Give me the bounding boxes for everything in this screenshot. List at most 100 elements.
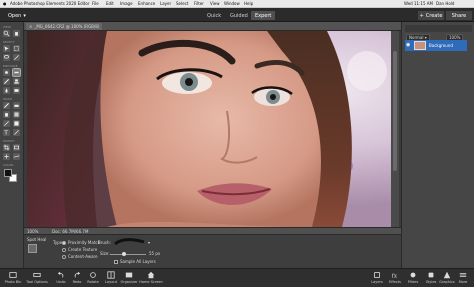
more-button[interactable]: More — [450, 271, 474, 287]
crop-tool-icon[interactable] — [3, 144, 10, 151]
create-label: Create — [425, 12, 443, 19]
open-button[interactable]: Open ▾ — [4, 11, 30, 20]
pencil-tool-icon[interactable] — [13, 129, 20, 136]
move-tool-icon[interactable] — [3, 45, 10, 52]
menu-layer[interactable]: Layer — [160, 2, 171, 6]
spot-healing-brush-icon[interactable] — [12, 68, 21, 77]
tool-options-label: Tool Options — [26, 280, 48, 284]
menu-filter[interactable]: Filter — [194, 2, 204, 6]
recompose-tool-icon[interactable] — [13, 144, 20, 151]
organizer-label: Organizer — [120, 280, 138, 284]
tool-options-panel: Spot Heal Type: Proximity Match Create T… — [24, 234, 401, 268]
share-button[interactable]: Share — [446, 11, 472, 20]
custom-shape-tool-icon[interactable] — [13, 120, 20, 127]
spot-heal-mode-icon[interactable] — [28, 244, 37, 253]
layers-icon — [374, 272, 380, 278]
size-slider-handle[interactable] — [122, 252, 126, 256]
proximity-match-radio[interactable] — [62, 241, 66, 245]
brush-tool-icon[interactable] — [3, 102, 10, 109]
scrollbar-thumb[interactable] — [393, 51, 397, 171]
menu-image[interactable]: Image — [120, 2, 133, 6]
lasso-tool-icon[interactable] — [3, 54, 10, 61]
portrait-photo — [27, 31, 391, 227]
more-label: More — [458, 280, 468, 284]
sample-all-layers-checkbox[interactable] — [114, 260, 118, 264]
open-label: Open — [8, 12, 22, 19]
menu-select[interactable]: Select — [176, 2, 188, 6]
brush-dropdown-icon[interactable]: ▾ — [148, 241, 150, 245]
status-bar: 100% Doc: 66.7M/66.7M — [24, 227, 401, 234]
content-aware-radio[interactable] — [62, 255, 66, 259]
menubar-user[interactable]: Dan Hold — [436, 2, 454, 6]
photo-bin-icon — [9, 272, 17, 278]
paint-bucket-tool-icon[interactable] — [3, 111, 10, 118]
size-value[interactable]: 55 px — [149, 252, 160, 256]
tool-options-button[interactable]: Tool Options — [24, 271, 50, 287]
size-label: Size: — [100, 251, 110, 256]
section-select: SELECT — [3, 40, 15, 44]
mac-menu-bar: ● Adobe Photoshop Elements 2020 Editor F… — [0, 0, 474, 8]
smart-brush-tool-icon[interactable] — [3, 78, 10, 85]
photo-bin-button[interactable]: Photo Bin — [0, 271, 26, 287]
straighten-tool-icon[interactable] — [13, 153, 20, 160]
document-tab[interactable]: × _MG_0642.CR2 @ 100% (RGB/8) — [26, 23, 103, 30]
section-modify: MODIFY — [3, 139, 15, 143]
foreground-color-swatch[interactable] — [4, 169, 12, 177]
color-picker-tool-icon[interactable] — [3, 120, 10, 127]
content-aware-move-icon[interactable] — [3, 153, 10, 160]
tab-guided[interactable]: Guided — [226, 11, 252, 20]
apple-icon[interactable]: ● — [3, 2, 7, 6]
proximity-match-label: Proximity Match — [68, 240, 101, 245]
brush-preview-icon[interactable] — [114, 237, 146, 247]
menu-edit[interactable]: Edit — [106, 2, 114, 6]
zoom-level[interactable]: 100% — [27, 229, 38, 234]
create-button[interactable]: + Create — [418, 11, 444, 20]
app-title[interactable]: Adobe Photoshop Elements 2020 Editor — [10, 2, 89, 6]
layout-icon — [107, 271, 115, 279]
blur-tool-icon[interactable] — [3, 87, 10, 94]
menu-window[interactable]: Window — [224, 2, 240, 6]
sponge-tool-icon[interactable] — [13, 87, 20, 94]
home-screen-button[interactable]: Home Screen — [138, 271, 164, 287]
hand-tool-icon[interactable] — [13, 30, 20, 37]
menu-help[interactable]: Help — [244, 2, 253, 6]
vertical-scrollbar[interactable] — [391, 31, 399, 227]
tab-guided-label: Guided — [230, 12, 248, 19]
clone-stamp-tool-icon[interactable] — [13, 78, 20, 85]
share-label: Share — [451, 12, 467, 19]
quick-selection-tool-icon[interactable] — [13, 54, 20, 61]
marquee-tool-icon[interactable] — [13, 45, 20, 52]
zoom-tool-icon[interactable] — [3, 30, 10, 37]
menu-enhance[interactable]: Enhance — [138, 2, 155, 6]
eraser-tool-icon[interactable] — [13, 102, 20, 109]
close-icon[interactable]: × — [29, 24, 32, 29]
section-view: VIEW — [3, 25, 11, 29]
red-eye-tool-icon[interactable] — [3, 69, 10, 76]
menu-file[interactable]: File — [92, 2, 99, 6]
create-texture-radio[interactable] — [62, 248, 66, 252]
type-tool-icon[interactable]: T — [3, 129, 10, 136]
menu-view[interactable]: View — [210, 2, 220, 6]
svg-text:T: T — [3, 131, 8, 136]
layers-toolbar — [405, 25, 472, 32]
organizer-icon — [125, 272, 133, 278]
gradient-tool-icon[interactable] — [13, 111, 20, 118]
layer-row-background[interactable]: ◉ Background — [405, 40, 467, 51]
tab-quick-label: Quick — [207, 12, 222, 19]
eye-icon[interactable]: ◉ — [406, 42, 410, 48]
tab-expert[interactable]: Expert — [251, 11, 276, 20]
rotate-label: Rotate — [87, 280, 99, 284]
layers-panel: Normal ▾ 100% — [401, 22, 474, 268]
svg-text:fx: fx — [392, 273, 398, 279]
filters-label: Filters — [407, 280, 419, 284]
taskbar: Photo Bin Tool Options Undo Redo Rotate … — [0, 268, 474, 287]
document-canvas[interactable] — [27, 31, 391, 227]
document-tab-bar: × _MG_0642.CR2 @ 100% (RGB/8) — [24, 22, 401, 31]
document-size: Doc: 66.7M/66.7M — [52, 228, 89, 234]
tab-quick[interactable]: Quick — [203, 11, 225, 20]
size-slider[interactable] — [110, 254, 146, 255]
app-bar: Open ▾ Quick Guided Expert + Create Share — [0, 8, 474, 22]
more-icon — [459, 273, 467, 277]
effects-icon: fx — [392, 273, 398, 279]
plus-icon: + — [419, 12, 424, 19]
